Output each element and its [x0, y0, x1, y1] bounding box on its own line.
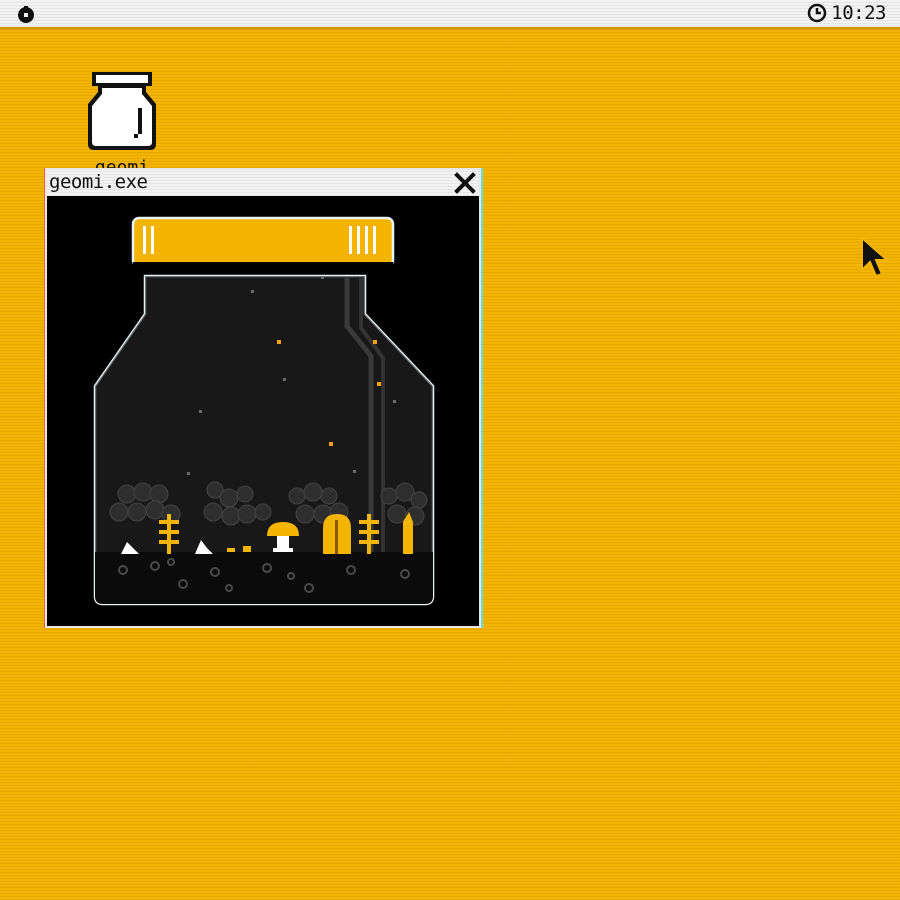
window-title: geomi.exe — [49, 171, 148, 193]
soil — [95, 552, 433, 604]
arrow-cursor-icon — [861, 236, 890, 278]
jar-icon — [88, 72, 156, 150]
menu-bar: 10:23 — [0, 0, 900, 30]
clock-time: 10:23 — [831, 2, 886, 24]
menu-clock[interactable]: 10:23 — [807, 2, 886, 24]
desktop-icon-geomi[interactable]: geomi — [62, 68, 182, 170]
pumpkin-logo-icon[interactable] — [16, 4, 36, 24]
terrarium-scene — [93, 216, 435, 606]
jar-lid — [131, 216, 395, 270]
window-titlebar[interactable]: geomi.exe — [47, 170, 479, 196]
app-window[interactable]: geomi.exe — [45, 168, 481, 628]
close-x-icon[interactable] — [453, 171, 477, 195]
leaf-plant — [323, 514, 351, 554]
clock-icon — [808, 3, 827, 23]
terrarium-viewport[interactable] — [47, 196, 479, 626]
